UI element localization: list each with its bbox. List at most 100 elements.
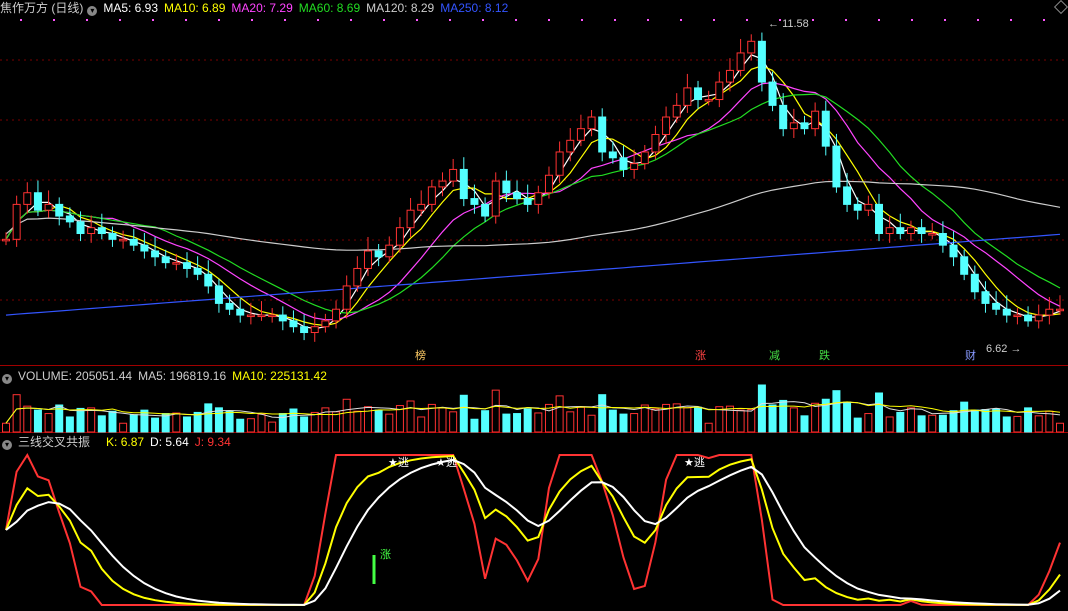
candle-body [225,302,234,310]
settings-toggle-icon[interactable]: ▾ [87,6,98,16]
kdj-indicator-lines [5,452,1061,606]
candle-body [204,273,213,287]
grid-dot [878,19,880,21]
volume-bar [789,407,798,433]
grid-dot [977,19,979,21]
candle-body [332,308,341,322]
grid-dot [185,19,187,21]
candle-body [502,180,511,194]
candle-body [310,326,319,334]
signal-die: 跌 [818,350,831,363]
volume-bar [151,417,160,433]
indicator-k: K: 6.87 [106,435,145,449]
volume-bar [768,404,777,433]
volume-bar [449,411,458,433]
candle-body [928,233,937,236]
candle-body [278,314,287,322]
ma-legend-item: MA10: 6.89 [164,1,226,15]
volume-bar [811,402,820,433]
ma-legend-item: MA60: 8.69 [298,1,361,15]
candle-body [1045,308,1054,316]
candle-body [23,192,32,205]
volume-bar [225,410,234,433]
grid-dot [251,19,253,21]
candle-body [1024,314,1033,322]
candle-body [459,168,468,200]
volume-bar [651,408,660,433]
ma-legend-item: MA120: 8.29 [366,1,435,15]
candle-body [97,227,106,235]
candle-body [885,227,894,235]
volume-bar [757,384,766,433]
volume-bar [119,422,128,433]
volume-bar [513,413,522,433]
grid-dot [86,19,88,21]
volume-bar [1056,422,1064,433]
signal-bang: 榜 [414,350,427,363]
signal-jian-text: 减 [769,350,780,362]
price-gridlines [0,19,1068,301]
volume-bar [896,411,905,433]
ma-legend: MA5: 6.93 MA10: 6.89 MA20: 7.29 MA60: 8.69 M… [103,1,514,15]
candle-body [1013,314,1022,318]
stock-chart-canvas[interactable] [0,0,1068,611]
volume-bar [33,409,42,433]
candle-body [683,87,692,106]
ma-legend-item: MA20: 7.29 [231,1,293,15]
volume-bar [928,414,937,433]
escape-marker: ★逃 [388,457,409,469]
candle-body [715,81,724,101]
grid-dot [746,19,748,21]
candle-body [246,314,255,318]
candle-body [385,244,394,258]
volume-bar [23,405,32,433]
volume-bar [917,415,926,433]
candle-body [981,291,990,304]
volume-bar [960,401,969,433]
candle-body [374,250,383,258]
volume-bar [140,409,149,433]
volume-bar [555,395,564,433]
volume-bar [949,410,958,433]
candlesticks [2,32,1064,342]
indicator-j: J: 9.34 [194,435,231,449]
candle-body [992,302,1001,310]
escape-marker: ★逃 [436,457,457,469]
volume-panel-header: ▾ VOLUME: 205051.44 MA5: 196819.16 MA10: 22… [0,368,333,384]
candle-body [917,227,926,235]
candle-body [151,250,160,258]
volume-bar [459,394,468,433]
volume-bar [970,409,979,433]
volume-bar [640,404,649,433]
candle-body [640,151,649,165]
candle-body [875,203,884,235]
candle-body [566,139,575,153]
indicator-toggle-icon[interactable]: ▾ [2,440,12,450]
candle-body [33,192,42,211]
candle-body [832,145,841,188]
indicator-k-line [5,454,1061,606]
volume-bar [268,421,277,433]
indicator-panel-header: ▾ 三线交叉共振 K: 6.87 D: 5.64 J: 9.34 [0,434,237,450]
candle-body [608,151,617,159]
volume-bar [715,406,724,433]
candle-body [747,40,756,54]
candle-body [172,262,181,265]
candle-body [843,186,852,205]
candle-body [193,267,202,275]
volume-ma5: MA5: 196819.16 [138,369,227,383]
candle-body [119,238,128,242]
volume-bar [129,414,138,433]
volume-bar [1034,415,1043,433]
volume-bar [76,407,85,433]
candle-body [779,104,788,130]
volume-toggle-icon[interactable]: ▾ [2,374,12,384]
grid-dot [944,19,946,21]
candle-body [555,151,564,176]
candle-body [268,314,277,318]
candle-body [970,273,979,293]
grid-dot [680,19,682,21]
volume-bar [257,413,266,433]
candle-body [513,192,522,200]
grid-dot [119,19,121,21]
